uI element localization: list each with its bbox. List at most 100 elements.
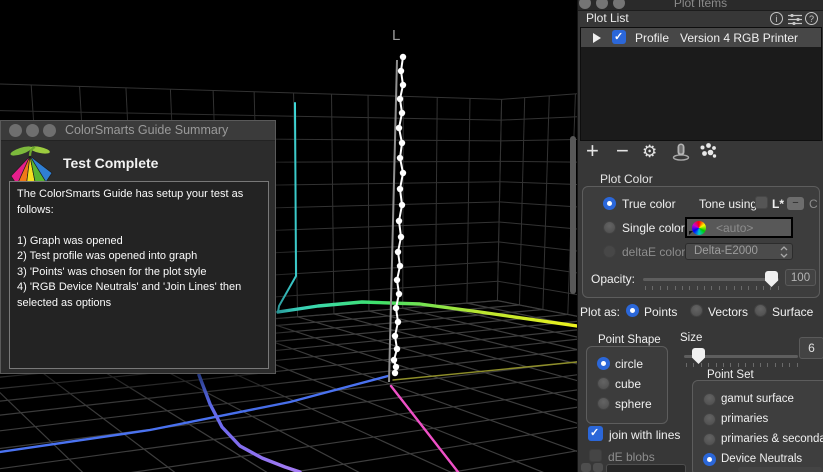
info-icon[interactable]: i (770, 12, 783, 25)
point-set-group: gamut surface primaries primaries & seco… (692, 380, 823, 472)
true-color-label: True color (622, 197, 676, 211)
deltae-method-value: Delta-E2000 (694, 245, 758, 257)
list-options-icon[interactable] (788, 14, 802, 25)
point-shape-header: Point Shape (598, 334, 661, 346)
zoom-button[interactable] (43, 124, 56, 137)
pointset-primaries-secondaries-radio[interactable] (703, 433, 716, 446)
row-profile-name: Version 4 RGB Printer (680, 31, 798, 45)
plot-as-surface-radio[interactable] (754, 304, 767, 317)
remove-button[interactable]: − (616, 138, 629, 164)
single-color-swatch[interactable]: <auto> (685, 217, 793, 238)
neutral-point (397, 263, 403, 269)
tone-l-label: L* (772, 197, 784, 211)
shape-cube-radio[interactable] (597, 377, 610, 390)
neutral-point (392, 333, 398, 339)
pointset-gamut-surface-radio[interactable] (703, 393, 716, 406)
yellow-axis (393, 362, 577, 380)
tone-c-label: C (809, 197, 818, 211)
plot-color-group: True color Tone using: L* − C Single col… (582, 186, 820, 298)
deltae-method-dropdown[interactable]: Delta-E2000 (685, 243, 793, 260)
dialog-titlebar[interactable]: ColorSmarts Guide Summary (1, 121, 275, 141)
pointset-gamut-surface-label: gamut surface (721, 393, 794, 405)
panel-titlebar[interactable]: Plot Items (578, 0, 823, 11)
de-blobs-checkbox[interactable] (589, 449, 602, 462)
profile-visible-checkbox[interactable] (612, 30, 626, 44)
close-button[interactable] (9, 124, 22, 137)
neutral-point (400, 170, 406, 176)
opacity-slider-ticks (645, 286, 779, 290)
neutral-point (400, 82, 406, 88)
pointset-primaries-label: primaries (721, 413, 768, 425)
pointset-device-neutrals-label: Device Neutrals (721, 453, 802, 465)
help-icon[interactable]: ? (805, 12, 818, 25)
plot-list[interactable]: Profile Version 4 RGB Printer (580, 27, 822, 141)
size-slider-thumb[interactable] (692, 348, 705, 364)
single-color-label: Single color: (622, 221, 688, 235)
size-label: Size (680, 332, 702, 344)
point-cloud-icon[interactable] (699, 143, 717, 159)
point-shape-group: circle cube sphere (586, 346, 668, 424)
neutral-point (392, 370, 398, 376)
tone-using-label: Tone using: (699, 197, 760, 211)
pointset-device-neutrals-radio[interactable] (703, 453, 716, 466)
bottom-stepper-partial-2[interactable] (593, 463, 603, 472)
plot-as-label: Plot as: (580, 305, 620, 319)
add-button[interactable]: + (586, 138, 599, 164)
bottom-stepper-partial[interactable] (581, 463, 591, 472)
neutral-point (391, 357, 397, 363)
row-type-label: Profile (635, 31, 669, 45)
bottom-field-partial[interactable] (606, 464, 686, 472)
opacity-label: Opacity: (591, 272, 635, 286)
neutral-point (396, 218, 402, 224)
neutral-point (400, 54, 406, 60)
deltae-color-radio[interactable] (603, 245, 616, 258)
plot-color-header: Plot Color (600, 172, 653, 186)
neutral-point (399, 202, 405, 208)
plot-as-points-radio[interactable] (626, 304, 639, 317)
opacity-slider-thumb[interactable] (765, 271, 778, 287)
neutral-point (397, 96, 403, 102)
chevron-up-down-icon (780, 246, 788, 258)
plot-items-panel: Plot Items Plot List i ? Profile Version… (577, 0, 823, 472)
minimize-button[interactable] (26, 124, 39, 137)
join-with-lines-checkbox[interactable] (588, 426, 603, 441)
panel-title: Plot Items (578, 0, 823, 10)
dialog-heading: Test Complete (63, 155, 158, 171)
plot-list-header: Plot List (586, 11, 629, 25)
dialog-body-panel: The ColorSmarts Guide has setup your tes… (9, 181, 269, 369)
plot-as-vectors-radio[interactable] (690, 304, 703, 317)
swatch-dropdown-triangle-icon (689, 231, 693, 235)
colorsmarts-summary-dialog: ColorSmarts Guide Summary Test Complete … (0, 120, 276, 374)
neutral-point (395, 249, 401, 255)
neutral-point (394, 346, 400, 352)
opacity-slider-track[interactable] (643, 278, 779, 281)
neutral-point (398, 68, 404, 74)
single-color-value: <auto> (716, 221, 753, 235)
neutral-point (397, 155, 403, 161)
neutral-point (397, 186, 403, 192)
true-color-radio[interactable] (603, 197, 616, 210)
settings-gear-icon[interactable]: ⚙ (642, 142, 657, 162)
opacity-value: 100 (785, 269, 816, 286)
plot-list-row[interactable]: Profile Version 4 RGB Printer (581, 28, 821, 47)
shape-circle-radio[interactable] (597, 357, 610, 370)
tone-l-checkbox[interactable] (755, 196, 768, 209)
pointset-primaries-radio[interactable] (703, 413, 716, 426)
graph-scrollbar[interactable] (570, 136, 576, 294)
single-color-radio[interactable] (603, 221, 616, 234)
pointset-primaries-secondaries-label: primaries & secondaries (721, 433, 823, 445)
tone-minus-button[interactable]: − (787, 197, 804, 210)
size-value: 6 (799, 337, 823, 359)
disclosure-triangle-icon[interactable] (593, 33, 601, 43)
join-with-lines-label: join with lines (609, 428, 680, 442)
neutral-point (394, 277, 400, 283)
shape-sphere-radio[interactable] (597, 397, 610, 410)
eyedropper-icon[interactable] (672, 143, 690, 161)
neutral-point (398, 234, 404, 240)
bottom-button-partial[interactable] (738, 467, 822, 472)
plot-as-surface-label: Surface (772, 305, 813, 319)
shape-sphere-label: sphere (615, 397, 652, 411)
shape-circle-label: circle (615, 357, 643, 371)
shape-cube-label: cube (615, 377, 641, 391)
blue-purple-curve (199, 375, 300, 472)
